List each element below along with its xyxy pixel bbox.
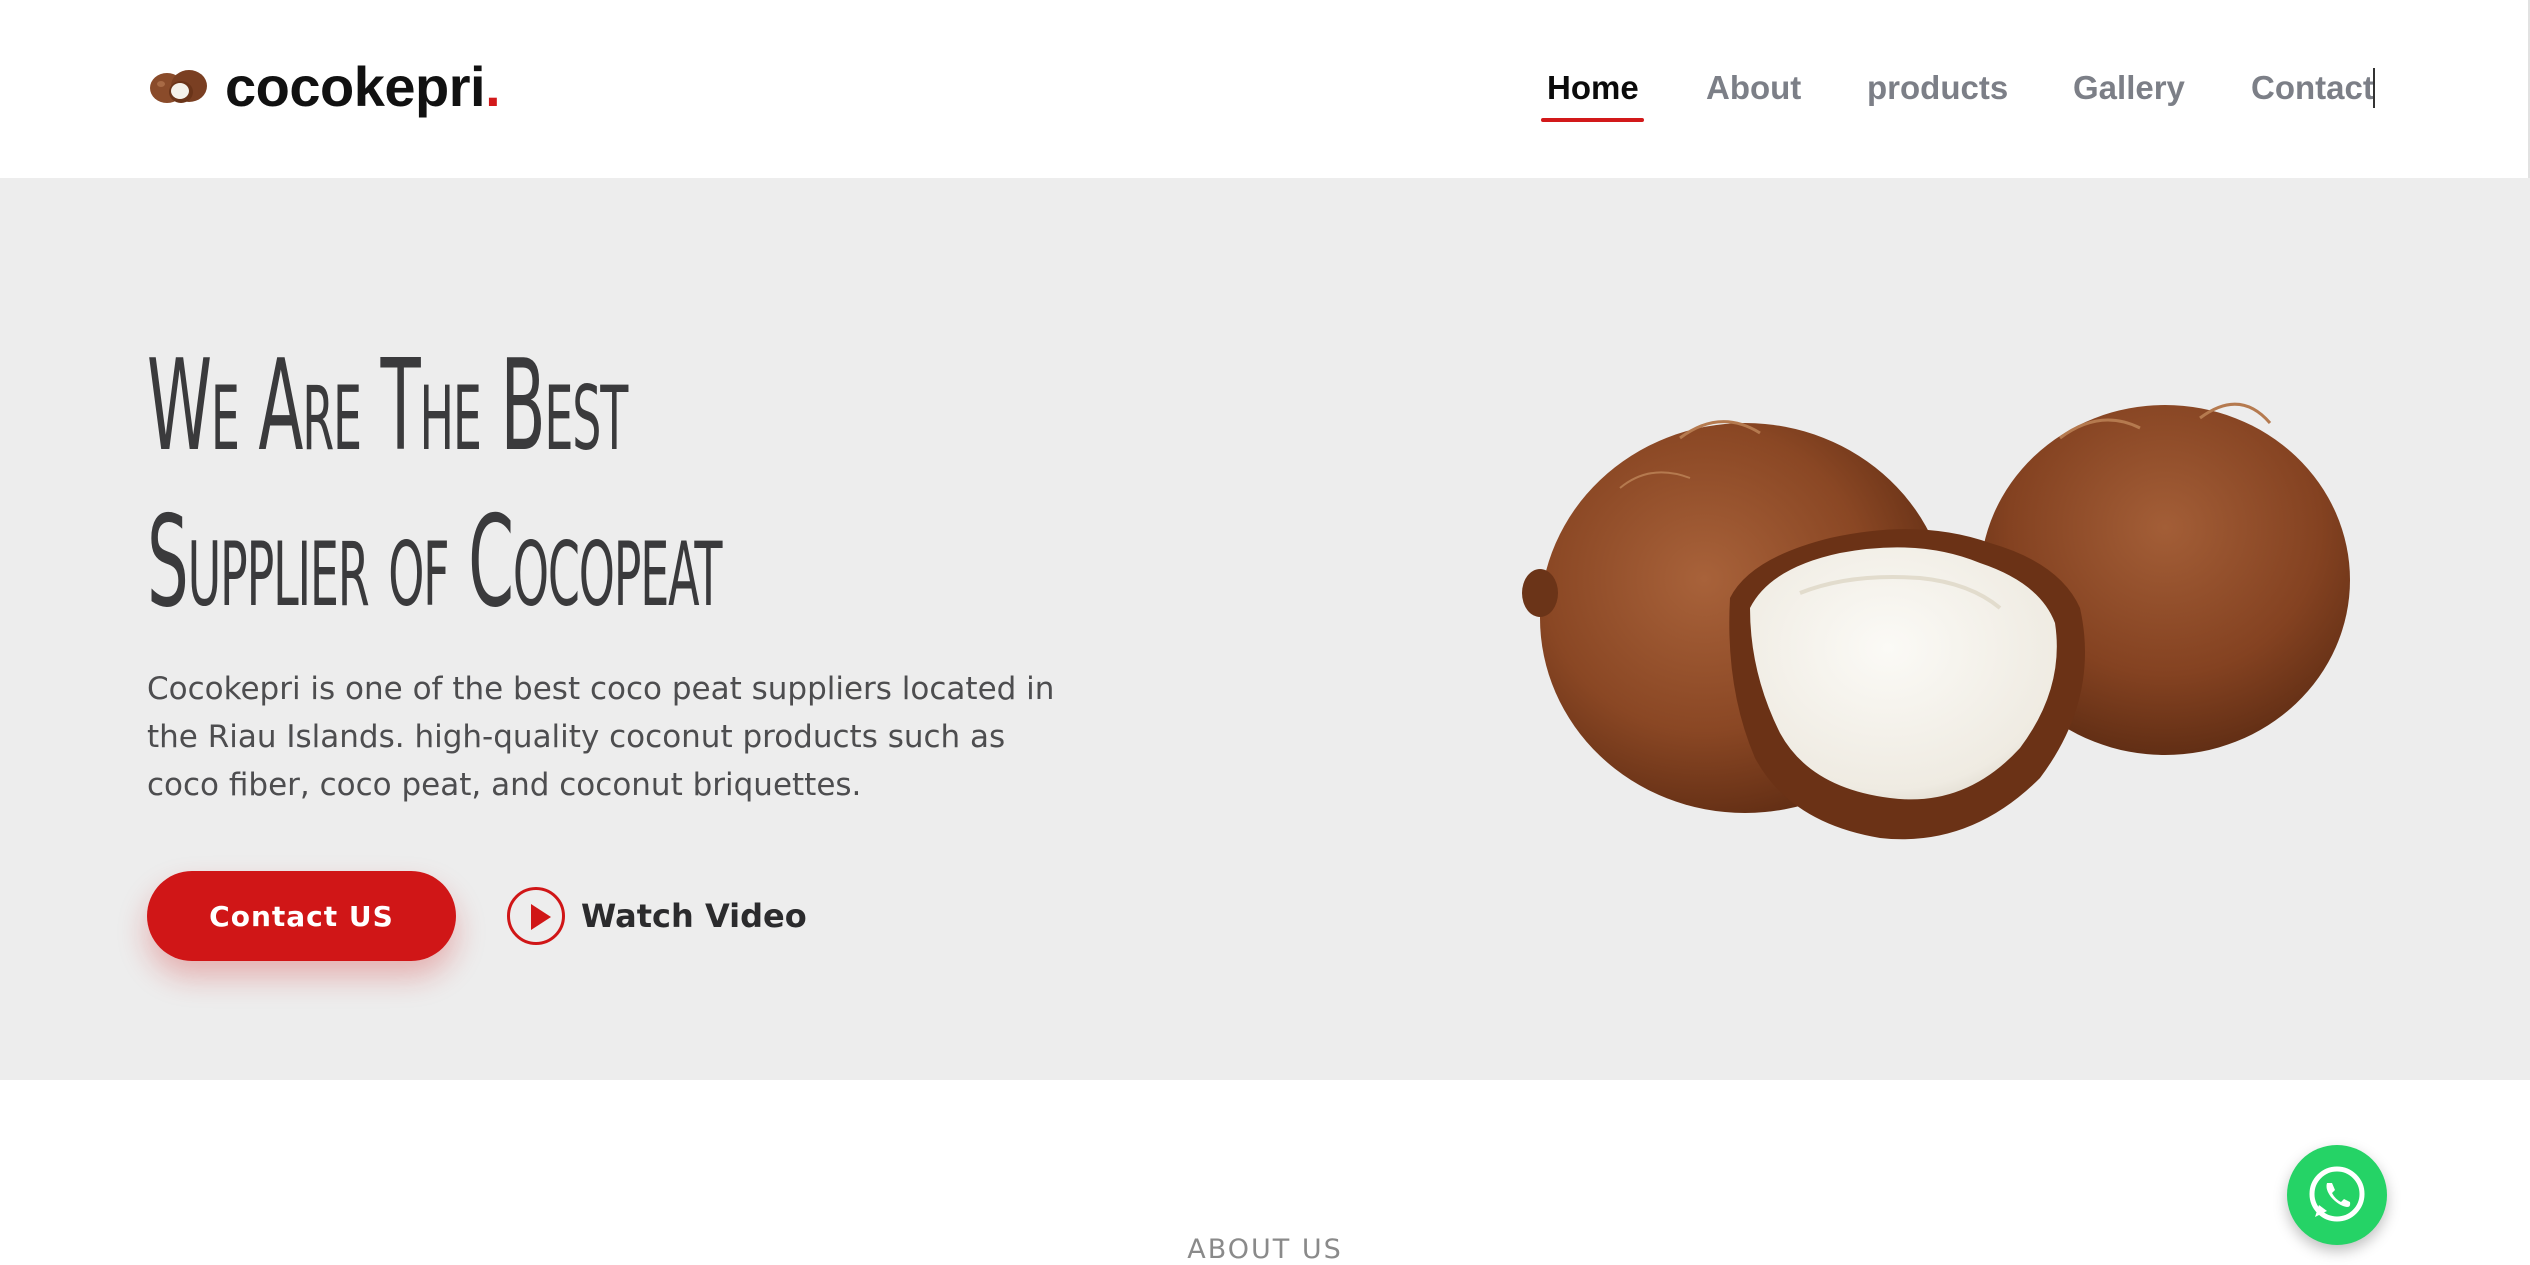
- hero-title: We Are The Best Supplier of Cocopeat: [147, 328, 785, 640]
- hero-description: Cocokepri is one of the best coco peat s…: [147, 671, 1055, 803]
- play-icon: [507, 887, 565, 945]
- nav-contact[interactable]: Contact: [2251, 60, 2374, 116]
- coconut-image: [1522, 402, 2350, 840]
- site-logo[interactable]: cocokepri.: [147, 52, 501, 122]
- text-cursor: [2373, 68, 2375, 108]
- nav-about[interactable]: About: [1706, 60, 1801, 116]
- logo-text: cocokepri: [225, 55, 486, 118]
- nav-products[interactable]: products: [1867, 60, 2008, 116]
- nav-active-underline: [1541, 118, 1644, 122]
- watch-video-button[interactable]: Watch Video: [507, 882, 807, 950]
- about-section-label: ABOUT US: [1187, 1234, 1343, 1265]
- logo-dot: .: [485, 55, 501, 118]
- coconut-logo-icon: [150, 70, 207, 103]
- hero-title-line-1: We Are The Best: [147, 332, 628, 479]
- whatsapp-button[interactable]: [2287, 1145, 2387, 1245]
- whatsapp-icon: [2309, 1166, 2365, 1222]
- watch-video-label: Watch Video: [581, 897, 807, 935]
- contact-us-button[interactable]: Contact US: [147, 871, 456, 961]
- nav-home[interactable]: Home: [1547, 60, 1639, 116]
- nav-gallery[interactable]: Gallery: [2073, 60, 2185, 116]
- hero-title-line-2: Supplier of Cocopeat: [147, 488, 722, 635]
- hero-section: We Are The Best Supplier of Cocopeat Coc…: [0, 178, 2530, 1080]
- site-header: cocokepri. Home About products Gallery C…: [0, 0, 2530, 178]
